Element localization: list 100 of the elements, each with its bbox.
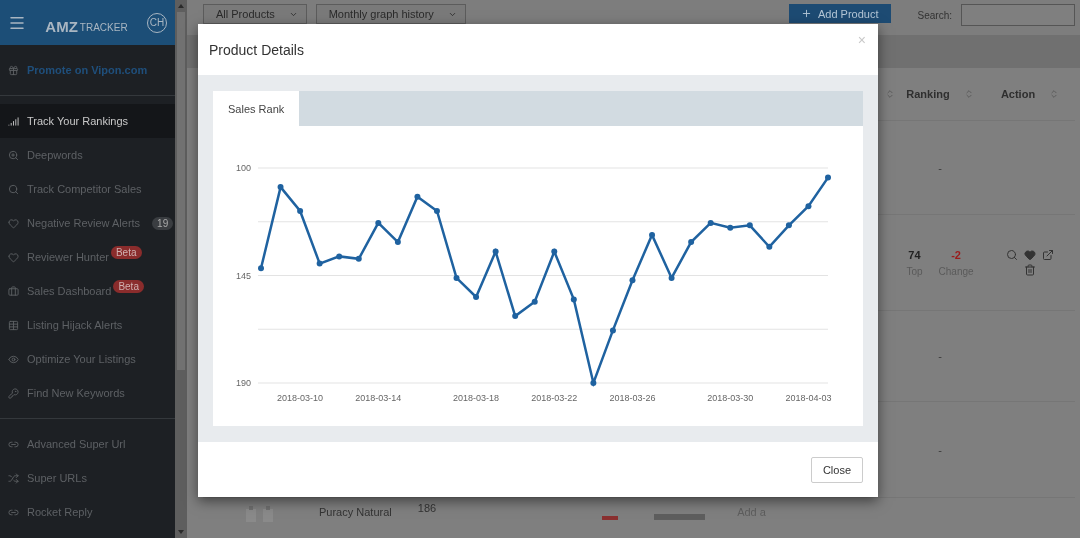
sidebar-label: Listing Hijack Alerts — [27, 319, 123, 331]
data-point — [746, 222, 753, 229]
data-point — [414, 193, 421, 200]
sidebar-item[interactable]: Deepwords — [0, 138, 175, 172]
data-point — [649, 231, 656, 238]
data-point — [825, 174, 831, 181]
axis-label: 2018-03-10 — [277, 393, 324, 403]
data-point — [570, 296, 577, 303]
zoom-in-icon — [8, 149, 19, 161]
sidebar-label: Promote on Vipon.com — [27, 64, 148, 76]
table-icon — [8, 319, 19, 331]
tag-shape — [602, 516, 619, 520]
search-field[interactable] — [961, 4, 1075, 26]
tab[interactable]: Sales Rank — [213, 91, 300, 126]
axis-label: 2018-03-30 — [707, 393, 754, 403]
key-icon — [8, 387, 19, 399]
heart-icon — [8, 217, 19, 229]
heart-icon — [8, 251, 19, 263]
data-point — [394, 239, 401, 246]
top-rank: 74 — [908, 248, 921, 261]
filter-select[interactable]: All Products — [203, 4, 307, 24]
column-header[interactable]: Ranking — [906, 88, 950, 100]
sidebar-item[interactable]: Optimize Your Listings — [0, 342, 175, 376]
sidebar-label: Deepwords — [27, 149, 83, 161]
count-badge: 19 — [152, 216, 174, 230]
trash-icon[interactable] — [1024, 264, 1036, 276]
data-point — [375, 219, 382, 226]
eye-icon — [8, 353, 19, 365]
sidebar-item[interactable]: Listing Hijack Alerts — [0, 308, 175, 342]
data-point — [766, 243, 773, 250]
dialog-title: Product Details — [209, 41, 304, 58]
add-product-button[interactable]: Add Product — [789, 4, 891, 23]
sidebar-label: Optimize Your Listings — [27, 353, 136, 365]
data-point — [688, 239, 695, 246]
axis-label: 2018-03-18 — [453, 393, 500, 403]
data-point — [258, 265, 264, 272]
search-icon[interactable] — [1006, 249, 1018, 261]
data-point — [590, 380, 597, 386]
data-point — [512, 313, 519, 320]
axis-label: 2018-03-22 — [531, 393, 578, 403]
sidebar-item[interactable]: Super URLs — [0, 461, 175, 495]
sidebar-item[interactable]: Negative Review Alerts 19 — [0, 206, 175, 240]
sidebar-item[interactable]: Promote on Vipon.com — [0, 53, 175, 87]
sidebar-label: Advanced Super Url — [27, 438, 126, 450]
scrollbar[interactable] — [175, 0, 187, 538]
data-point — [785, 222, 792, 229]
data-point — [551, 248, 558, 255]
sidebar-item[interactable]: Track Your Rankings — [0, 104, 175, 138]
signal-icon — [8, 115, 19, 127]
data-point — [805, 203, 812, 210]
sidebar-item[interactable]: Reviewer Hunter Beta — [0, 240, 175, 274]
scroll-up-icon[interactable] — [178, 4, 184, 8]
search-icon — [8, 183, 19, 195]
logo: AMZTRACKER — [44, 17, 129, 35]
filter-select[interactable]: Monthly graph history — [315, 4, 466, 24]
sidebar-label: Sales Dashboard — [27, 285, 112, 297]
close-icon[interactable]: × — [857, 32, 866, 48]
briefcase-icon — [8, 285, 19, 297]
data-point — [707, 219, 714, 226]
beta-badge: Beta — [113, 280, 144, 293]
data-point — [433, 208, 440, 214]
sidebar-label: Find New Keywords — [27, 387, 125, 399]
data-point — [336, 253, 343, 260]
axis-label: 2018-03-26 — [609, 393, 656, 403]
axis-label: 2018-03-14 — [355, 393, 402, 403]
sidebar-item[interactable]: Rocket Reply — [0, 495, 175, 529]
table-cell: - — [938, 443, 942, 456]
column-header[interactable]: Action — [1000, 88, 1036, 100]
sidebar-item[interactable]: Track Competitor Sales — [0, 172, 175, 206]
sidebar-item[interactable]: Advanced Super Url — [0, 427, 175, 461]
axis-label: 100 — [235, 163, 251, 173]
heart-icon[interactable] — [1024, 249, 1036, 261]
data-point — [609, 327, 616, 334]
sidebar-item[interactable]: Sales Dashboard Beta — [0, 274, 175, 308]
beta-badge: Beta — [110, 246, 142, 259]
sidebar-item[interactable]: Find New Keywords — [0, 376, 175, 410]
axis-label: 145 — [235, 270, 251, 281]
sidebar-label: Negative Review Alerts — [27, 217, 141, 229]
data-point — [629, 277, 636, 284]
rank-change: -2 — [951, 248, 961, 261]
external-link-icon[interactable] — [1042, 249, 1054, 261]
data-point — [297, 208, 304, 214]
table-cell: - — [938, 350, 942, 362]
sidebar-label: Reviewer Hunter — [27, 251, 109, 263]
bar-shape — [654, 514, 706, 520]
gift-icon — [8, 64, 19, 76]
table-cell: - — [938, 161, 942, 174]
close-button[interactable]: Close — [810, 456, 863, 483]
sidebar-label: Track Your Rankings — [27, 115, 129, 127]
data-point — [668, 274, 675, 281]
axis-label: 2018-04-03 — [785, 393, 832, 403]
shuffle-icon — [8, 472, 19, 484]
data-point — [316, 260, 323, 267]
axis-label: 190 — [235, 378, 251, 388]
data-point — [453, 274, 460, 281]
search-label: Search: — [917, 10, 952, 21]
scroll-down-icon[interactable] — [178, 530, 184, 534]
sidebar-label: Rocket Reply — [27, 506, 93, 518]
table-cell: 186 — [417, 502, 437, 514]
sort-icon[interactable] — [885, 89, 895, 99]
